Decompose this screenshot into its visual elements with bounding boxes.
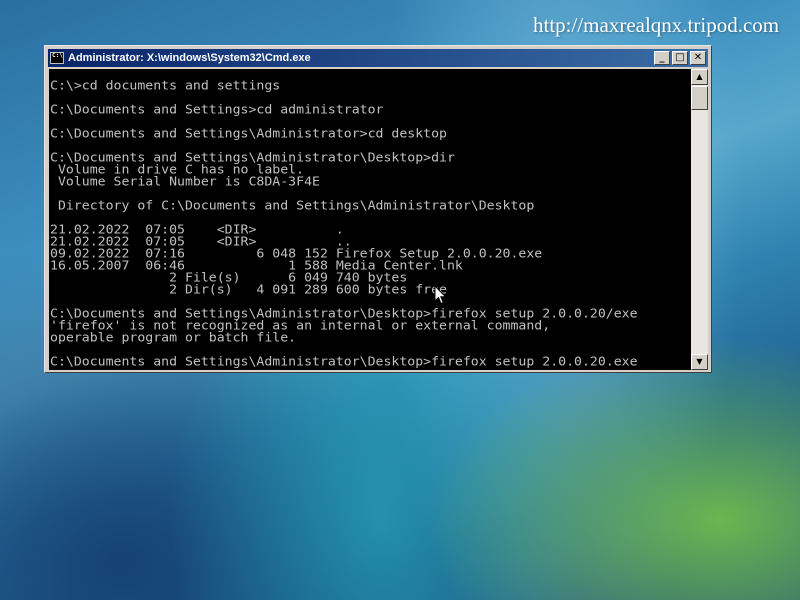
console-line: Volume Serial Number is C8DA-3F4E <box>50 175 320 189</box>
scroll-up-button[interactable]: ▲ <box>691 69 708 85</box>
console-output[interactable]: C:\>cd documents and settings C:\Documen… <box>49 69 691 370</box>
console-line: operable program or batch file. <box>50 331 297 345</box>
scroll-thumb[interactable] <box>691 86 708 110</box>
vertical-scrollbar[interactable]: ▲ ▼ <box>691 69 708 370</box>
mouse-pointer-icon <box>434 285 447 305</box>
console-line: 2 Dir(s) 4 091 289 600 bytes free <box>50 283 447 297</box>
console-line: C:\Documents and Settings\Administrator\… <box>50 355 638 369</box>
watermark-url: http://maxrealqnx.tripod.com <box>533 13 780 37</box>
console-line: C:\Documents and Settings\Administrator>… <box>50 127 447 141</box>
maximize-button[interactable]: □ <box>672 51 688 65</box>
console-line: C:\>cd documents and settings <box>50 79 281 93</box>
minimize-button[interactable]: _ <box>654 51 670 65</box>
scroll-down-button[interactable]: ▼ <box>691 354 708 370</box>
cmd-app-icon[interactable] <box>50 52 64 64</box>
close-button[interactable]: ✕ <box>690 51 706 65</box>
title-bar[interactable]: Administrator: X:\windows\System32\Cmd.e… <box>48 49 708 67</box>
console-line: Directory of C:\Documents and Settings\A… <box>50 199 535 213</box>
window-title: Administrator: X:\windows\System32\Cmd.e… <box>68 52 311 64</box>
cmd-window[interactable]: Administrator: X:\windows\System32\Cmd.e… <box>44 45 712 373</box>
console-line: C:\Documents and Settings>cd administrat… <box>50 103 384 117</box>
